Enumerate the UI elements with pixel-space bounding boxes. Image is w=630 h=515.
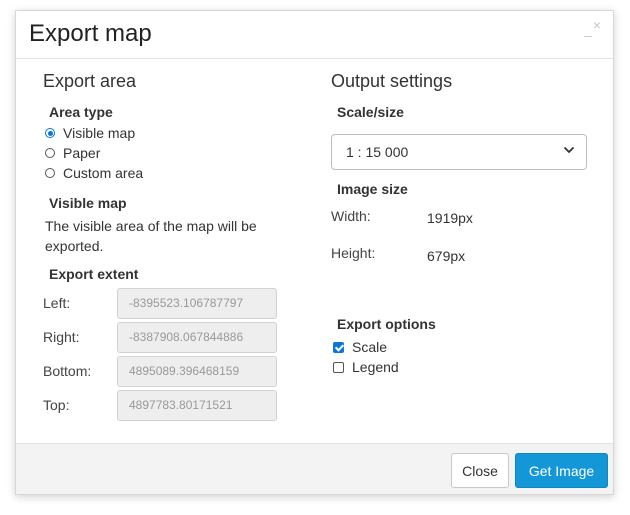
dialog-footer: Close Get Image (16, 443, 613, 494)
width-label: Width: (331, 208, 371, 224)
extent-left-input[interactable]: -8395523.106787797 (117, 288, 277, 319)
export-extent-label: Export extent (49, 266, 139, 282)
extent-top-row: Top: 4897783.80171521 (43, 390, 303, 421)
checkbox-label: Legend (352, 359, 399, 375)
height-value: 679px (427, 248, 466, 264)
extent-top-label: Top: (43, 397, 70, 413)
dialog-titlebar: Export map _ × (16, 11, 613, 59)
scale-size-label: Scale/size (337, 104, 404, 120)
export-area-heading: Export area (43, 71, 137, 91)
radio-button[interactable] (45, 128, 55, 138)
dialog-title: Export map (29, 20, 152, 47)
checkbox[interactable] (333, 341, 344, 353)
width-value: 1919px (427, 210, 473, 226)
visible-map-label: Visible map (49, 195, 127, 211)
extent-bottom-input[interactable]: 4895089.396468159 (117, 356, 277, 387)
description-line: exported. (45, 238, 104, 254)
checkbox-legend[interactable]: Legend (331, 357, 399, 377)
radio-visible-map[interactable]: Visible map (43, 123, 143, 143)
extent-left-row: Left: -8395523.106787797 (43, 288, 303, 319)
radio-custom-area[interactable]: Custom area (43, 163, 143, 183)
radio-button[interactable] (45, 148, 55, 158)
chevron-down-icon (564, 147, 574, 153)
checkbox-label: Scale (352, 339, 388, 355)
extent-bottom-label: Bottom: (43, 363, 92, 379)
radio-paper[interactable]: Paper (43, 143, 143, 163)
export-options-group: Scale Legend (331, 337, 399, 377)
close-button[interactable]: Close (451, 453, 509, 488)
extent-right-row: Right: -8387908.067844886 (43, 322, 303, 353)
extent-bottom-row: Bottom: 4895089.396468159 (43, 356, 303, 387)
checkbox-scale[interactable]: Scale (331, 337, 399, 357)
scale-select-value: 1 : 15 000 (346, 144, 409, 160)
radio-label: Custom area (63, 165, 144, 181)
extent-top-input[interactable]: 4897783.80171521 (117, 390, 277, 421)
close-icon[interactable]: × (593, 17, 601, 33)
get-image-button[interactable]: Get Image (515, 453, 608, 488)
description-line: The visible area of the map will be (45, 218, 257, 234)
height-label: Height: (331, 245, 376, 261)
export-options-label: Export options (337, 316, 436, 332)
extent-right-input[interactable]: -8387908.067844886 (117, 322, 277, 353)
area-type-label: Area type (49, 104, 113, 120)
radio-label: Paper (63, 145, 101, 161)
scale-select[interactable]: 1 : 15 000 (331, 134, 587, 170)
visible-map-description: The visible area of the map will be expo… (45, 216, 305, 256)
radio-button[interactable] (45, 168, 55, 178)
extent-right-label: Right: (43, 329, 80, 345)
extent-left-label: Left: (43, 295, 71, 311)
radio-label: Visible map (63, 125, 136, 141)
checkbox[interactable] (333, 361, 344, 373)
export-map-dialog: Export map _ × Export area Area type Vis… (15, 10, 614, 495)
output-settings-heading: Output settings (331, 71, 453, 91)
minimize-icon[interactable]: _ (584, 21, 592, 37)
area-type-radio-group: Visible map Paper Custom area (43, 123, 143, 183)
image-size-label: Image size (337, 181, 408, 197)
